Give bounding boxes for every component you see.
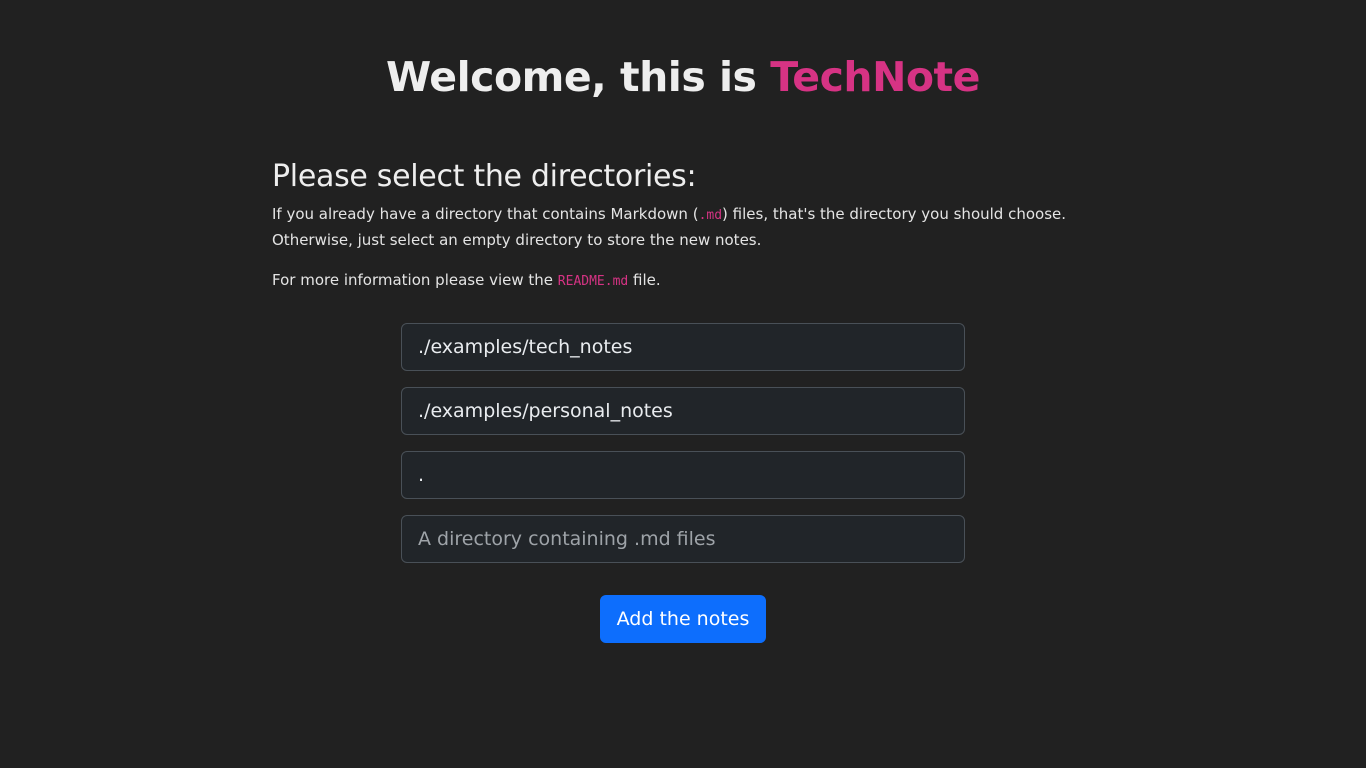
md-extension-code: .md [698, 208, 723, 223]
add-notes-button[interactable]: Add the notes [599, 595, 767, 643]
directory-input-1[interactable] [401, 323, 965, 371]
welcome-text: Welcome, this is [386, 53, 771, 101]
section-title: Please select the directories: [272, 159, 697, 194]
directory-input-3[interactable] [401, 451, 965, 499]
intro-text-before: If you already have a directory that con… [272, 205, 699, 223]
welcome-page: Welcome, this is TechNote Please select … [0, 0, 1366, 768]
submit-row: Add the notes [0, 595, 1366, 643]
intro-paragraph: If you already have a directory that con… [272, 202, 1102, 252]
readme-text-after: file. [628, 271, 661, 289]
readme-paragraph: For more information please view the REA… [272, 268, 1102, 294]
directory-input-4[interactable] [401, 515, 965, 563]
page-title: Welcome, this is TechNote [0, 50, 1366, 104]
readme-filename-code: README.md [557, 274, 629, 289]
intro-section: Please select the directories: If you al… [272, 155, 1102, 294]
directory-form [401, 323, 965, 579]
brand-name: TechNote [770, 53, 980, 101]
directory-input-2[interactable] [401, 387, 965, 435]
readme-text-before: For more information please view the [272, 271, 558, 289]
